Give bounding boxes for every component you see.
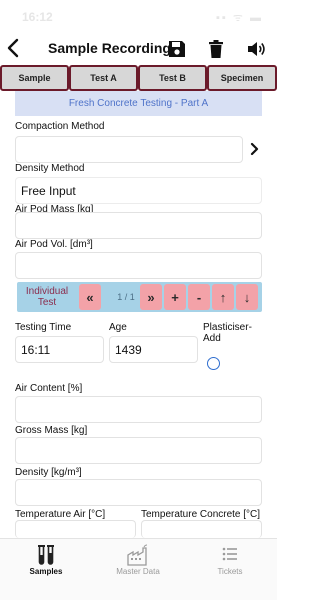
nav-bar: Sample Recording	[0, 34, 277, 64]
tab-test-a[interactable]: Test A	[69, 65, 138, 91]
tab-specimen[interactable]: Specimen	[207, 65, 277, 91]
bottom-tab-samples-label: Samples	[29, 567, 63, 576]
density-label: Density [kg/m³]	[15, 467, 82, 478]
individual-test-label: Individual Test	[25, 286, 69, 308]
test-tubes-icon	[38, 545, 54, 565]
air-pod-vol-label: Air Pod Vol. [dm³]	[15, 239, 93, 250]
bottom-tab-samples[interactable]: Samples	[0, 539, 92, 600]
page-title: Sample Recording	[48, 40, 171, 56]
bottom-tab-master-data-label: Master Data	[116, 567, 160, 576]
tab-bar: Sample Test A Test B Specimen	[0, 65, 277, 91]
save-icon[interactable]	[166, 38, 188, 60]
density-input[interactable]	[15, 479, 262, 506]
compaction-method-select[interactable]	[15, 136, 243, 163]
air-content-input[interactable]	[15, 396, 262, 423]
tab-test-b[interactable]: Test B	[138, 65, 207, 91]
chevron-right-icon[interactable]	[249, 141, 261, 157]
density-method-label: Density Method	[15, 163, 85, 174]
bottom-tab-bar: Samples Master Data Tickets	[0, 538, 277, 600]
air-pod-mass-input[interactable]	[15, 212, 262, 239]
gross-mass-label: Gross Mass [kg]	[15, 425, 88, 436]
tab-sample[interactable]: Sample	[0, 65, 69, 91]
age-input[interactable]: 1439	[109, 336, 198, 363]
status-bar: 16:12 ▪▪ ᯤ ▬	[0, 0, 277, 30]
chevron-left-icon[interactable]	[4, 36, 24, 60]
add-test-button[interactable]: +	[164, 284, 186, 310]
temperature-air-input[interactable]	[15, 520, 136, 538]
individual-test-toolbar: Individual Test « 1 / 1 » + - ↑ ↓	[17, 282, 262, 312]
gross-mass-input[interactable]	[15, 437, 262, 464]
section-header: Fresh Concrete Testing - Part A	[15, 91, 262, 116]
temperature-air-label: Temperature Air [°C]	[15, 509, 106, 520]
trash-icon[interactable]	[205, 38, 227, 60]
last-test-button[interactable]: »	[140, 284, 162, 310]
density-method-field[interactable]: Free Input	[15, 177, 262, 204]
first-test-button[interactable]: «	[79, 284, 101, 310]
bottom-tab-tickets-label: Tickets	[217, 567, 243, 576]
testing-time-input[interactable]: 16:11	[15, 336, 104, 363]
testing-time-label: Testing Time	[15, 322, 72, 333]
bottom-tab-master-data[interactable]: Master Data	[92, 539, 184, 600]
move-down-button[interactable]: ↓	[236, 284, 258, 310]
air-pod-vol-input[interactable]	[15, 252, 262, 279]
factory-icon	[127, 544, 148, 566]
move-up-button[interactable]: ↑	[212, 284, 234, 310]
status-indicators: ▪▪ ᯤ ▬	[216, 12, 263, 24]
bottom-tab-tickets[interactable]: Tickets	[184, 539, 276, 600]
plasticiser-add-label: Plasticiser- Add	[203, 322, 252, 344]
temperature-concrete-input[interactable]	[141, 520, 262, 538]
plasticiser-add-radio[interactable]	[207, 357, 220, 370]
speaker-icon[interactable]	[245, 38, 267, 60]
air-content-label: Air Content [%]	[15, 383, 83, 394]
list-icon	[222, 547, 237, 561]
age-label: Age	[109, 322, 127, 333]
status-time: 16:12	[22, 10, 53, 24]
remove-test-button[interactable]: -	[188, 284, 210, 310]
compaction-method-label: Compaction Method	[15, 121, 105, 132]
temperature-concrete-label: Temperature Concrete [°C]	[141, 509, 261, 520]
